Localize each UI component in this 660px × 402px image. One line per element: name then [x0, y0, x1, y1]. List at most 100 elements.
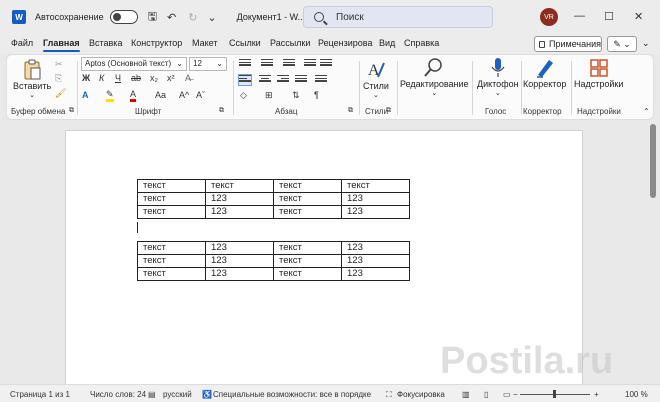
multilevel-list-icon[interactable]	[283, 59, 295, 69]
grow-font-button[interactable]: A^	[179, 90, 189, 100]
addins-button[interactable]: Надстройки	[574, 57, 623, 89]
redo-icon[interactable]: ↻	[188, 11, 197, 24]
table-cell[interactable]: 123	[205, 254, 274, 268]
tab-mailings[interactable]: Рассылки	[270, 38, 310, 48]
table-cell[interactable]: 123	[205, 205, 274, 219]
table-2[interactable]: текст 123 текст 123 текст 123 текст 123 …	[137, 241, 410, 281]
borders-icon[interactable]: ⊞	[265, 90, 273, 101]
language[interactable]: русский	[163, 390, 192, 399]
tab-help[interactable]: Справка	[404, 38, 439, 48]
change-case-button[interactable]: Aa	[155, 90, 166, 100]
italic-button[interactable]: К	[99, 73, 104, 83]
table-cell[interactable]: 123	[205, 241, 274, 255]
highlight-icon[interactable]: ✎	[106, 90, 114, 102]
copy-icon[interactable]: ⎘	[55, 73, 62, 84]
focus-mode-button[interactable]: Фокусировка	[397, 390, 445, 399]
table-cell[interactable]: текст	[137, 192, 206, 206]
tab-view[interactable]: Вид	[379, 38, 395, 48]
page-count[interactable]: Страница 1 из 1	[10, 390, 70, 399]
tab-review[interactable]: Рецензирова	[318, 38, 373, 48]
accessibility-icon[interactable]: ♿	[202, 390, 212, 399]
zoom-in-button[interactable]: +	[594, 390, 599, 399]
numbering-icon[interactable]	[261, 59, 273, 69]
tab-file[interactable]: Файл	[11, 38, 33, 48]
ribbon-collapse-icon[interactable]: ⌄	[642, 38, 650, 49]
customize-toolbar-icon[interactable]: ⌄	[207, 11, 216, 24]
show-marks-button[interactable]: ¶	[314, 90, 319, 100]
shrink-font-button[interactable]: Aˇ	[196, 90, 205, 100]
editor-button[interactable]: Корректор	[523, 57, 566, 89]
search-box[interactable]: Поиск	[303, 6, 493, 28]
font-size-select[interactable]: 12 ⌄	[189, 57, 227, 71]
table-cell[interactable]: 123	[341, 267, 410, 281]
table-cell[interactable]: текст	[341, 179, 410, 193]
paragraph-launcher-icon[interactable]: ⧉	[348, 107, 353, 115]
editing-mode-button[interactable]: ✎ ⌄	[607, 36, 637, 52]
proofing-icon[interactable]: ▤	[148, 390, 156, 399]
tab-home[interactable]: Главная	[43, 38, 80, 52]
text-effects-icon[interactable]: A	[82, 90, 89, 100]
styles-button[interactable]: A Стили ⌄	[363, 59, 389, 99]
font-launcher-icon[interactable]: ⧉	[219, 107, 224, 115]
table-cell[interactable]: 123	[205, 267, 274, 281]
clear-formatting-icon[interactable]: A̶	[185, 73, 191, 83]
sort-icon[interactable]: ⇅	[292, 90, 300, 101]
table-cell[interactable]: текст	[137, 179, 206, 193]
superscript-button[interactable]: x²	[167, 73, 175, 83]
table-cell[interactable]: 123	[341, 205, 410, 219]
table-cell[interactable]: текст	[273, 205, 342, 219]
table-cell[interactable]: текст	[137, 254, 206, 268]
increase-indent-icon[interactable]	[320, 59, 332, 69]
focus-icon[interactable]: ⛶	[386, 390, 392, 400]
bold-button[interactable]: Ж	[82, 73, 90, 83]
format-painter-icon[interactable]: 🖌	[55, 88, 66, 99]
save-icon[interactable]: 🖫	[148, 8, 157, 27]
print-layout-icon[interactable]: ▯	[484, 390, 488, 399]
table-cell[interactable]: 123	[205, 192, 274, 206]
minimize-icon[interactable]: —	[574, 10, 585, 22]
word-count[interactable]: Число слов: 24	[90, 390, 146, 399]
table-cell[interactable]: текст	[205, 179, 274, 193]
bullets-icon[interactable]	[239, 59, 251, 69]
table-cell[interactable]: 123	[341, 192, 410, 206]
accessibility-status[interactable]: Специальные возможности: все в порядке	[213, 390, 371, 399]
zoom-out-button[interactable]: −	[513, 390, 518, 399]
table-cell[interactable]: текст	[273, 179, 342, 193]
table-1[interactable]: текст текст текст текст текст 123 текст …	[137, 179, 410, 219]
ribbon-collapse-icon[interactable]: ⌃	[643, 107, 650, 116]
table-cell[interactable]: текст	[137, 241, 206, 255]
cut-icon[interactable]: ✂	[55, 59, 63, 70]
maximize-icon[interactable]: ☐	[604, 10, 614, 23]
read-mode-icon[interactable]: ▥	[462, 390, 470, 399]
table-cell[interactable]: текст	[273, 267, 342, 281]
font-color-icon[interactable]: A	[130, 90, 137, 102]
tab-design[interactable]: Конструктор	[131, 38, 182, 48]
align-right-icon[interactable]	[277, 75, 289, 85]
align-center-icon[interactable]	[259, 75, 271, 85]
underline-button[interactable]: Ч	[115, 73, 121, 83]
avatar[interactable]: VR	[540, 8, 558, 26]
subscript-button[interactable]: x₂	[150, 73, 158, 83]
zoom-level[interactable]: 100 %	[625, 390, 648, 399]
table-cell[interactable]: текст	[273, 241, 342, 255]
tab-layout[interactable]: Макет	[192, 38, 217, 48]
zoom-slider-thumb[interactable]	[553, 390, 556, 398]
vertical-scrollbar[interactable]	[650, 124, 656, 198]
table-cell[interactable]: текст	[137, 267, 206, 281]
line-spacing-icon[interactable]	[315, 75, 327, 85]
paste-button[interactable]: Вставить ⌄	[13, 59, 51, 99]
font-name-select[interactable]: Aptos (Основной текст) ⌄	[81, 57, 187, 71]
editing-button[interactable]: Редактирование ⌄	[400, 57, 469, 97]
comments-button[interactable]: Примечания	[534, 36, 602, 52]
tab-references[interactable]: Ссылки	[229, 38, 261, 48]
table-cell[interactable]: текст	[273, 254, 342, 268]
undo-icon[interactable]: ↶	[167, 11, 176, 24]
table-cell[interactable]: 123	[341, 241, 410, 255]
web-layout-icon[interactable]: ▭	[503, 390, 511, 399]
decrease-indent-icon[interactable]	[304, 59, 316, 69]
table-cell[interactable]: текст	[273, 192, 342, 206]
align-left-icon[interactable]	[238, 74, 252, 86]
table-cell[interactable]: 123	[341, 254, 410, 268]
justify-icon[interactable]	[295, 75, 307, 85]
close-icon[interactable]: ✕	[634, 10, 643, 23]
